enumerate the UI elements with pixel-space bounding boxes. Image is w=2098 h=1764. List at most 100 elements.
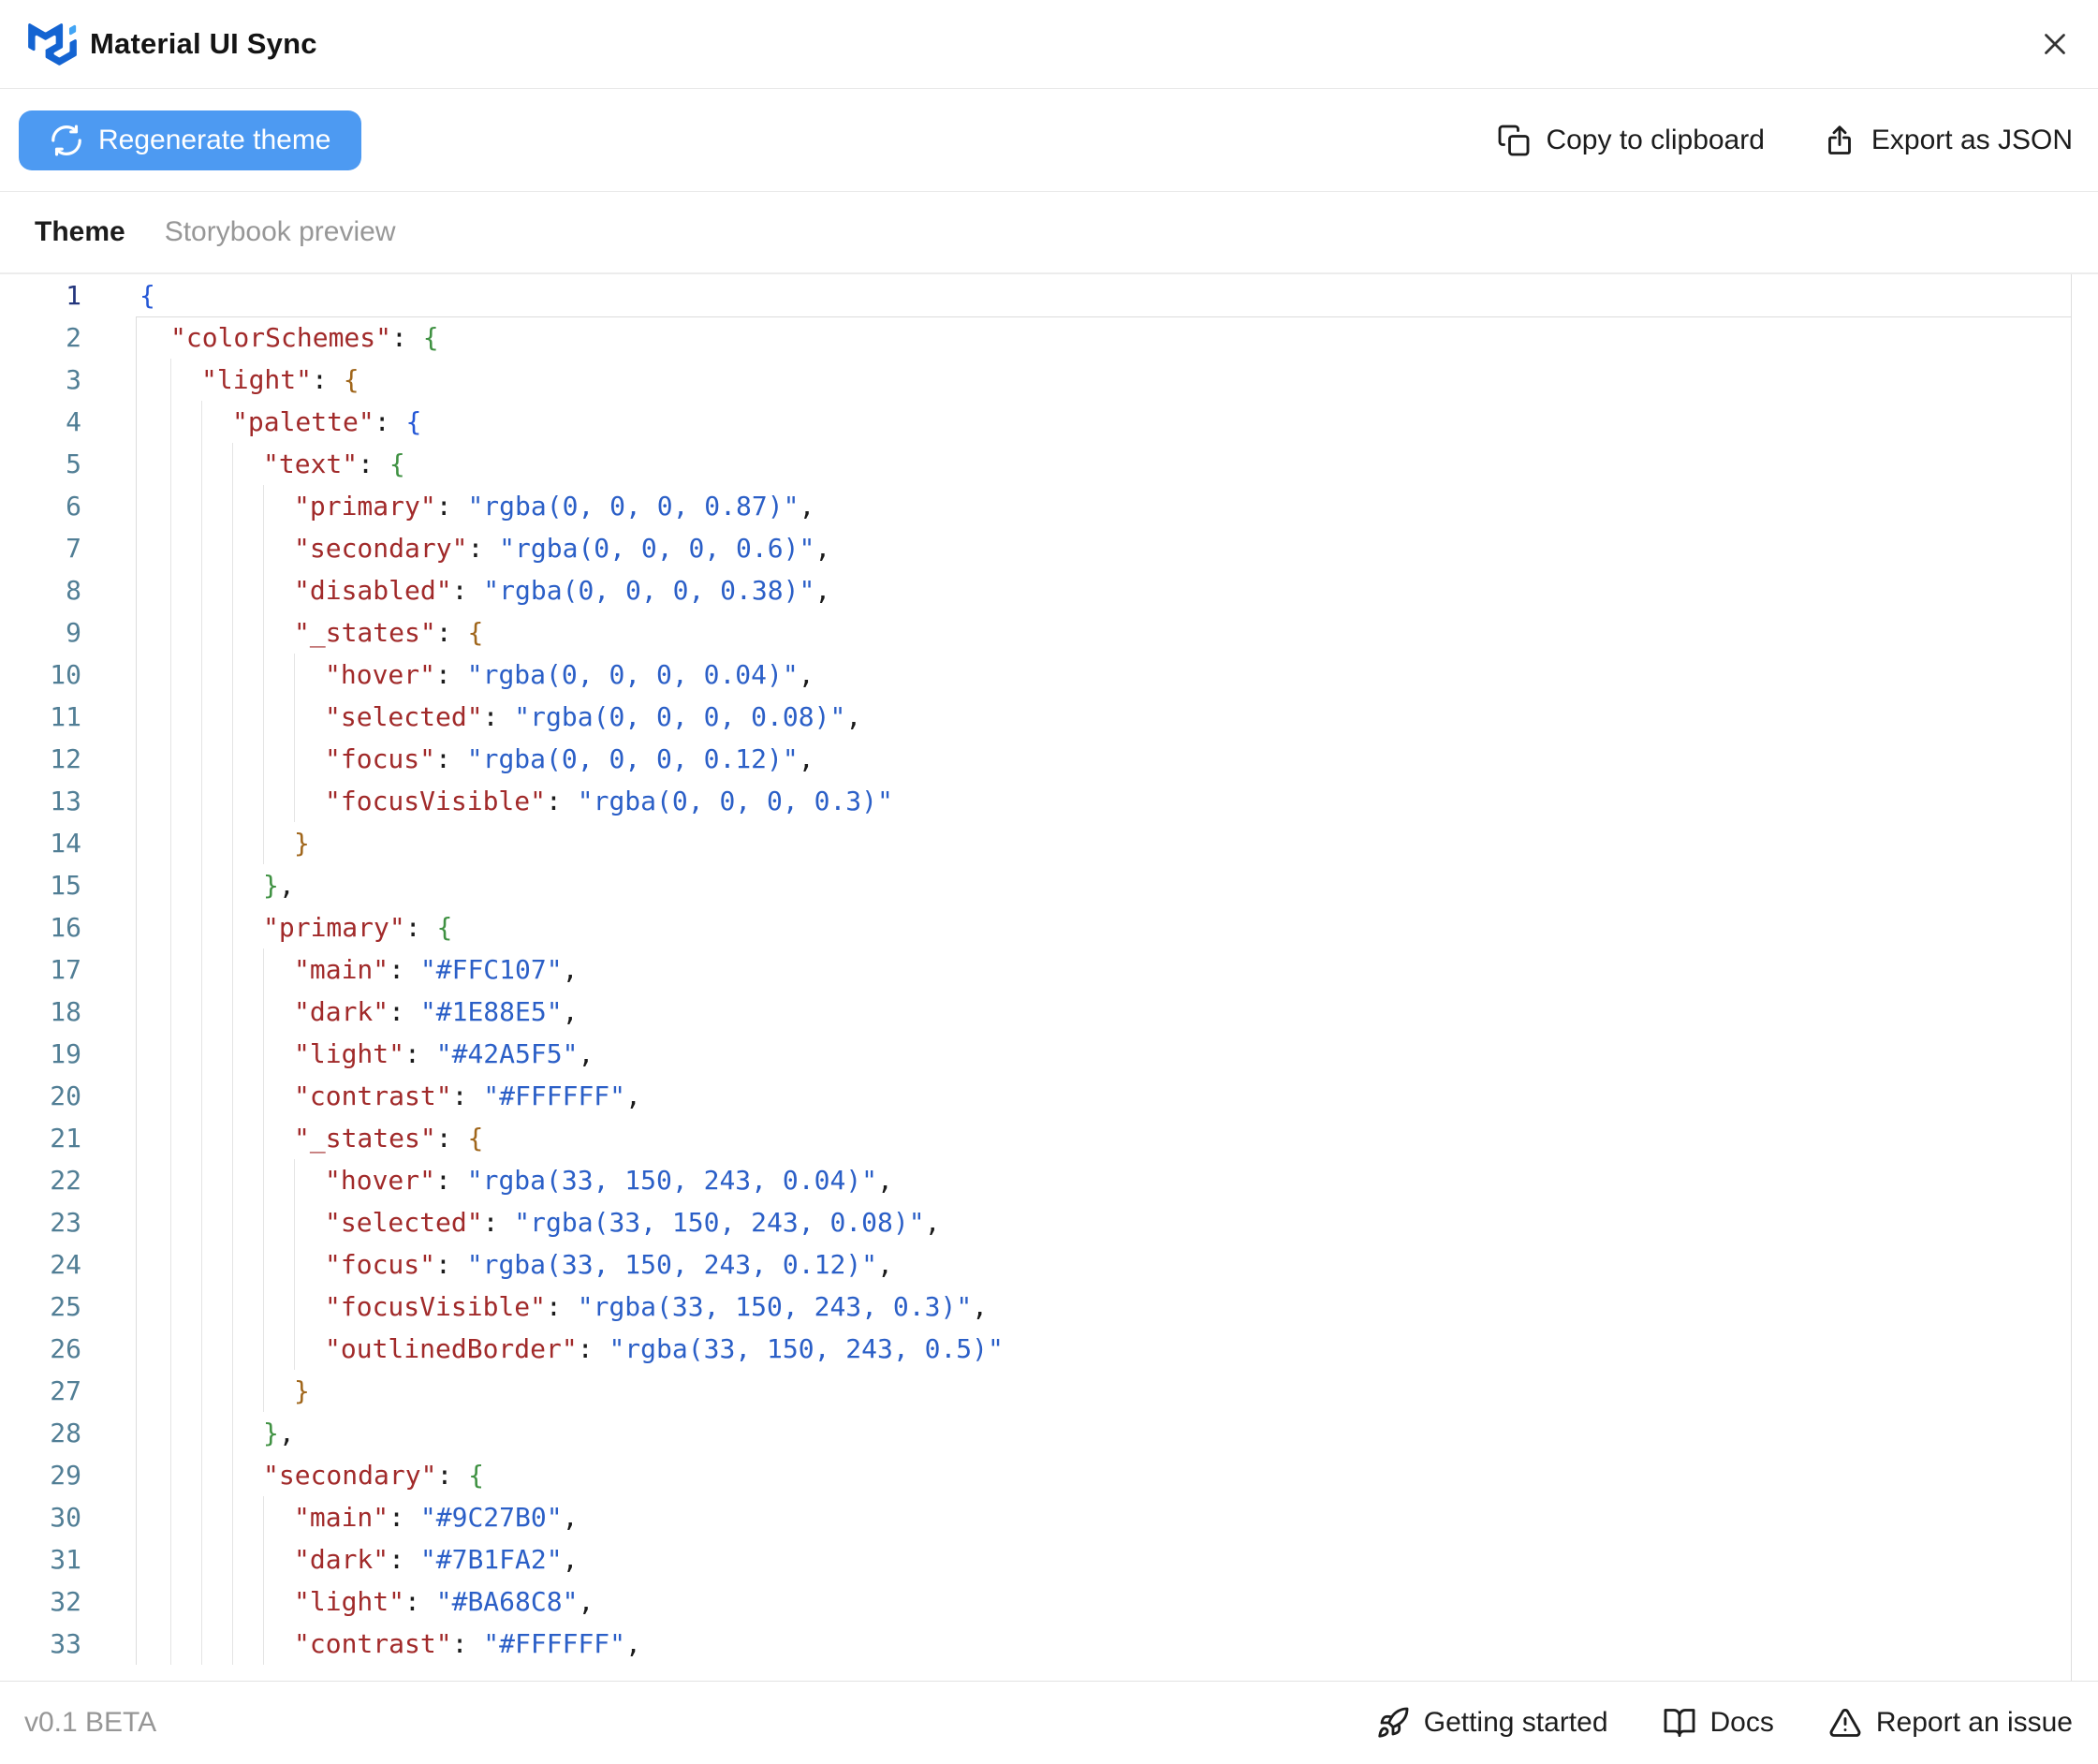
line-number: 7 bbox=[0, 527, 137, 569]
code-line: 16"primary": { bbox=[0, 906, 2071, 948]
code-line-content[interactable]: "selected": "rgba(0, 0, 0, 0.08)", bbox=[137, 696, 2071, 738]
getting-started-link[interactable]: Getting started bbox=[1376, 1706, 1608, 1740]
code-line: 26"outlinedBorder": "rgba(33, 150, 243, … bbox=[0, 1328, 2071, 1370]
code-line-content[interactable]: }, bbox=[137, 1412, 2071, 1454]
code-line-content[interactable]: "focusVisible": "rgba(0, 0, 0, 0.3)" bbox=[137, 780, 2071, 822]
version-label: v0.1 BETA bbox=[24, 1707, 156, 1739]
line-number: 22 bbox=[0, 1159, 137, 1201]
warning-icon bbox=[1828, 1706, 1862, 1740]
code-line: 29"secondary": { bbox=[0, 1454, 2071, 1496]
tab-storybook-preview[interactable]: Storybook preview bbox=[165, 216, 396, 248]
code-line: 7"secondary": "rgba(0, 0, 0, 0.6)", bbox=[0, 527, 2071, 569]
code-line-content[interactable]: "main": "#9C27B0", bbox=[137, 1496, 2071, 1538]
code-line-content[interactable]: "light": { bbox=[137, 359, 2071, 401]
code-line: 4"palette": { bbox=[0, 401, 2071, 443]
code-line-content[interactable]: "hover": "rgba(0, 0, 0, 0.04)", bbox=[137, 654, 2071, 696]
code-line-content[interactable]: { bbox=[137, 274, 2071, 316]
code-line: 21"_states": { bbox=[0, 1117, 2071, 1159]
code-line-content[interactable]: "focus": "rgba(33, 150, 243, 0.12)", bbox=[137, 1243, 2071, 1286]
tab-bar: Theme Storybook preview bbox=[0, 192, 2098, 274]
code-line: 8"disabled": "rgba(0, 0, 0, 0.38)", bbox=[0, 569, 2071, 611]
code-line-content[interactable]: "palette": { bbox=[137, 401, 2071, 443]
code-line-content[interactable]: "secondary": "rgba(0, 0, 0, 0.6)", bbox=[137, 527, 2071, 569]
code-line-content[interactable]: "secondary": { bbox=[137, 1454, 2071, 1496]
code-line-content[interactable]: "primary": "rgba(0, 0, 0, 0.87)", bbox=[137, 485, 2071, 527]
code-line-content[interactable]: "dark": "#7B1FA2", bbox=[137, 1538, 2071, 1580]
code-line: 31"dark": "#7B1FA2", bbox=[0, 1538, 2071, 1580]
code-line-content[interactable]: "disabled": "rgba(0, 0, 0, 0.38)", bbox=[137, 569, 2071, 611]
line-number: 3 bbox=[0, 359, 137, 401]
code-line-content[interactable]: "hover": "rgba(33, 150, 243, 0.04)", bbox=[137, 1159, 2071, 1201]
code-line: 18"dark": "#1E88E5", bbox=[0, 991, 2071, 1033]
code-line-content[interactable]: "focus": "rgba(0, 0, 0, 0.12)", bbox=[137, 738, 2071, 780]
line-number: 12 bbox=[0, 738, 137, 780]
line-number: 23 bbox=[0, 1201, 137, 1243]
getting-started-label: Getting started bbox=[1424, 1707, 1608, 1739]
code-line: 24"focus": "rgba(33, 150, 243, 0.12)", bbox=[0, 1243, 2071, 1286]
code-line-content[interactable]: "_states": { bbox=[137, 1117, 2071, 1159]
code-line: 5"text": { bbox=[0, 443, 2071, 485]
toolbar-actions: Copy to clipboard Export as JSON bbox=[1497, 124, 2073, 157]
line-number: 27 bbox=[0, 1370, 137, 1412]
sync-icon bbox=[49, 123, 84, 158]
code-line-content[interactable]: "light": "#BA68C8", bbox=[137, 1580, 2071, 1623]
scrollbar-track[interactable] bbox=[2071, 274, 2072, 1681]
line-number: 20 bbox=[0, 1075, 137, 1117]
code-line: 6"primary": "rgba(0, 0, 0, 0.87)", bbox=[0, 485, 2071, 527]
code-line-content[interactable]: "contrast": "#FFFFFF", bbox=[137, 1075, 2071, 1117]
code-line: 28}, bbox=[0, 1412, 2071, 1454]
line-number: 30 bbox=[0, 1496, 137, 1538]
plugin-footer: v0.1 BETA Getting started Docs bbox=[0, 1681, 2098, 1764]
code-line-content[interactable]: } bbox=[137, 1370, 2071, 1412]
copy-to-clipboard-button[interactable]: Copy to clipboard bbox=[1497, 124, 1764, 157]
code-line-content[interactable]: "dark": "#1E88E5", bbox=[137, 991, 2071, 1033]
line-number: 33 bbox=[0, 1623, 137, 1665]
line-number: 16 bbox=[0, 906, 137, 948]
code-line: 33"contrast": "#FFFFFF", bbox=[0, 1623, 2071, 1665]
code-line: 9"_states": { bbox=[0, 611, 2071, 654]
line-number: 18 bbox=[0, 991, 137, 1033]
report-issue-link[interactable]: Report an issue bbox=[1828, 1706, 2073, 1740]
code-line: 1{ bbox=[0, 274, 2071, 316]
code-line-content[interactable]: "contrast": "#FFFFFF", bbox=[137, 1623, 2071, 1665]
code-line-content[interactable]: "_states": { bbox=[137, 611, 2071, 654]
code-line-content[interactable]: } bbox=[137, 822, 2071, 864]
code-line: 15}, bbox=[0, 864, 2071, 906]
code-line-content[interactable]: "text": { bbox=[137, 443, 2071, 485]
code-line: 27} bbox=[0, 1370, 2071, 1412]
code-line-content[interactable]: "colorSchemes": { bbox=[137, 316, 2071, 359]
line-number: 11 bbox=[0, 696, 137, 738]
code-line: 12"focus": "rgba(0, 0, 0, 0.12)", bbox=[0, 738, 2071, 780]
code-line-content[interactable]: "primary": { bbox=[137, 906, 2071, 948]
line-number: 28 bbox=[0, 1412, 137, 1454]
code-line: 14} bbox=[0, 822, 2071, 864]
line-number: 32 bbox=[0, 1580, 137, 1623]
code-line-content[interactable]: "selected": "rgba(33, 150, 243, 0.08)", bbox=[137, 1201, 2071, 1243]
regenerate-theme-button[interactable]: Regenerate theme bbox=[19, 110, 361, 170]
code-line-content[interactable]: "main": "#FFC107", bbox=[137, 948, 2071, 991]
mui-logo-icon bbox=[28, 22, 77, 66]
toolbar: Regenerate theme Copy to clipboard Expor… bbox=[0, 89, 2098, 192]
line-number: 13 bbox=[0, 780, 137, 822]
code-line-content[interactable]: "outlinedBorder": "rgba(33, 150, 243, 0.… bbox=[137, 1328, 2071, 1370]
line-number: 21 bbox=[0, 1117, 137, 1159]
close-button[interactable] bbox=[2034, 23, 2076, 65]
copy-to-clipboard-label: Copy to clipboard bbox=[1546, 125, 1764, 156]
code-line: 20"contrast": "#FFFFFF", bbox=[0, 1075, 2071, 1117]
rocket-icon bbox=[1376, 1706, 1410, 1740]
line-number: 6 bbox=[0, 485, 137, 527]
line-number: 15 bbox=[0, 864, 137, 906]
code-line: 25"focusVisible": "rgba(33, 150, 243, 0.… bbox=[0, 1286, 2071, 1328]
tab-theme[interactable]: Theme bbox=[35, 216, 125, 248]
code-line: 17"main": "#FFC107", bbox=[0, 948, 2071, 991]
footer-links: Getting started Docs Report an issue bbox=[1376, 1706, 2073, 1740]
code-line: 32"light": "#BA68C8", bbox=[0, 1580, 2071, 1623]
line-number: 5 bbox=[0, 443, 137, 485]
code-line-content[interactable]: }, bbox=[137, 864, 2071, 906]
code-line-content[interactable]: "focusVisible": "rgba(33, 150, 243, 0.3)… bbox=[137, 1286, 2071, 1328]
theme-json-editor[interactable]: 1{2"colorSchemes": {3"light": {4"palette… bbox=[0, 274, 2098, 1681]
line-number: 9 bbox=[0, 611, 137, 654]
export-as-json-button[interactable]: Export as JSON bbox=[1823, 124, 2073, 157]
docs-link[interactable]: Docs bbox=[1663, 1706, 1774, 1740]
code-line-content[interactable]: "light": "#42A5F5", bbox=[137, 1033, 2071, 1075]
